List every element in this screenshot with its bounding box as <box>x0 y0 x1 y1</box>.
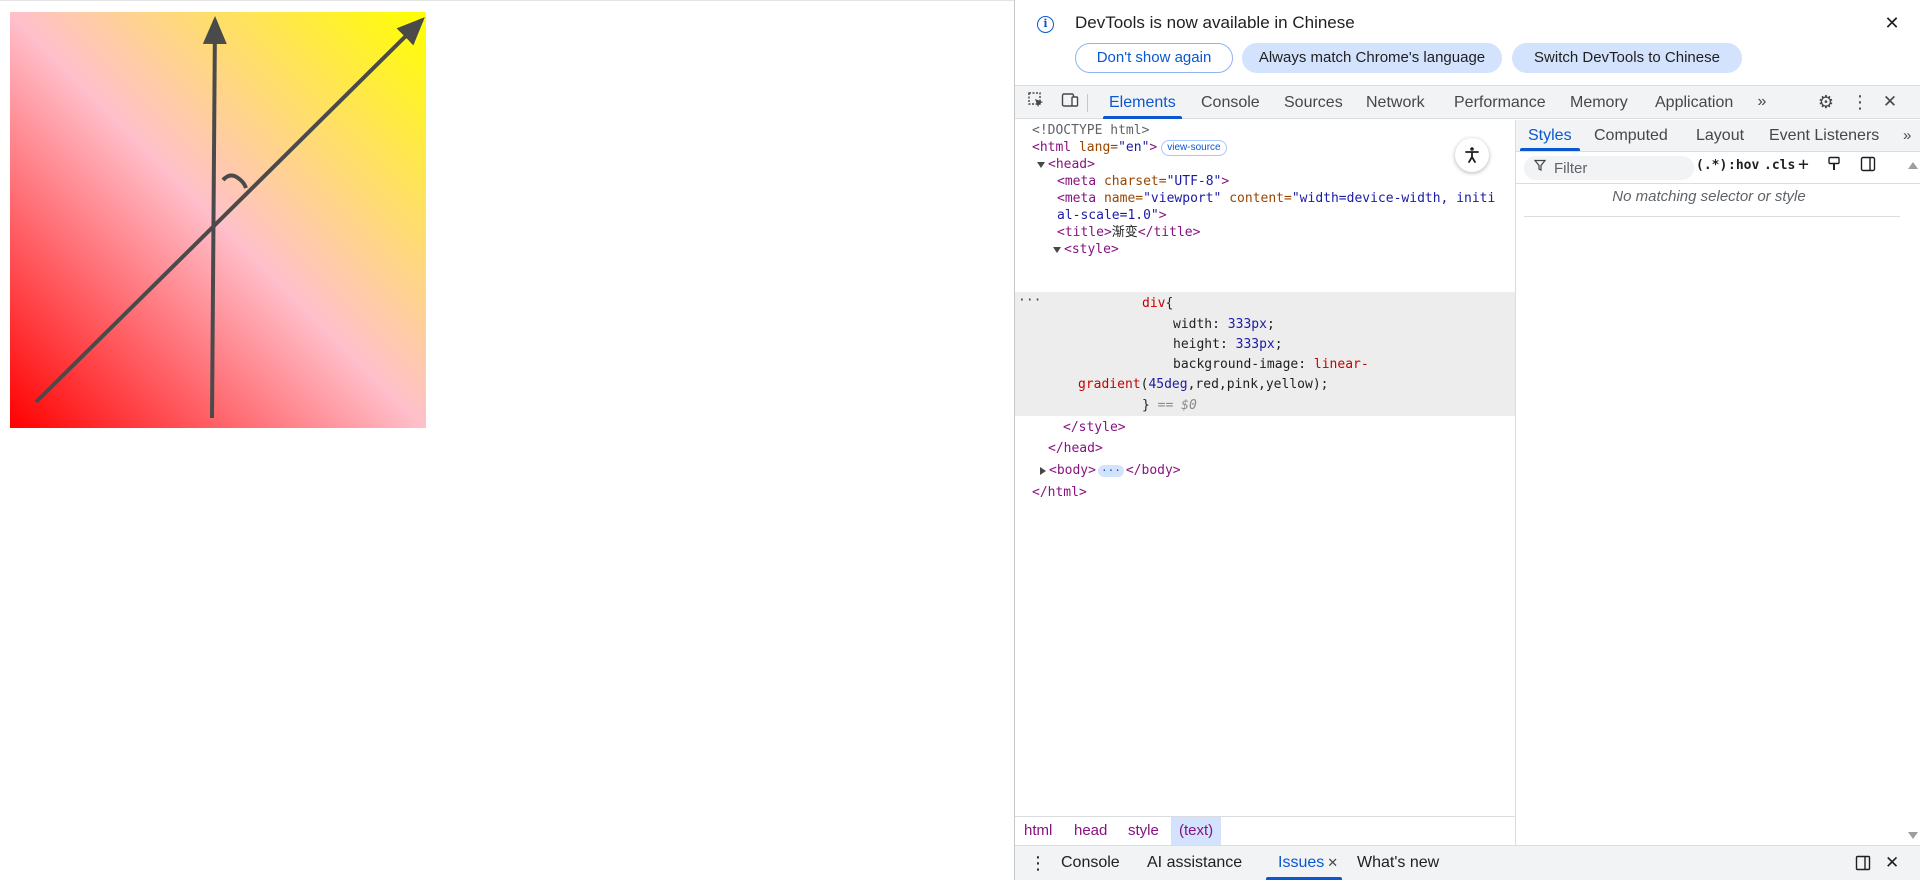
drawer-tab-issues-label: Issues <box>1278 854 1325 871</box>
styles-filter-bar: (.*) :hov .cls + <box>1516 152 1920 184</box>
dom-style-close[interactable]: </style> <box>1063 417 1126 438</box>
dock-side-icon[interactable] <box>1855 846 1871 880</box>
tab-application[interactable]: Application <box>1655 86 1733 119</box>
kebab-menu-icon[interactable]: ⋮ <box>1849 91 1871 113</box>
expand-caret-icon[interactable] <box>1037 161 1045 168</box>
gear-icon[interactable]: ⚙ <box>1815 91 1837 113</box>
css-background-line[interactable]: background-image: linear- <box>1173 354 1369 375</box>
tab-network[interactable]: Network <box>1366 86 1425 119</box>
devtools-panel: i DevTools is now available in Chinese ✕… <box>1014 0 1920 880</box>
tab-console[interactable]: Console <box>1201 86 1260 119</box>
collapse-caret-icon[interactable] <box>1040 466 1046 475</box>
breadcrumb-style[interactable]: style <box>1128 817 1159 845</box>
angle-arc-mark <box>221 173 248 189</box>
hover-state-button[interactable]: :hov <box>1728 158 1759 173</box>
toggle-sidebar-icon[interactable] <box>1860 156 1876 176</box>
gradient-div <box>10 12 426 428</box>
accessibility-tree-toggle-icon[interactable] <box>1455 138 1489 172</box>
tab-layout[interactable]: Layout <box>1696 120 1744 151</box>
close-drawer-icon[interactable]: ✕ <box>1885 846 1899 880</box>
paint-brush-icon[interactable] <box>1826 156 1842 176</box>
filter-box <box>1524 156 1694 180</box>
dom-html-close[interactable]: </html> <box>1032 482 1087 503</box>
breadcrumb-html[interactable]: html <box>1024 817 1052 845</box>
no-matching-styles-message: No matching selector or style <box>1612 188 1806 205</box>
drawer-tab-console[interactable]: Console <box>1061 846 1120 880</box>
tab-styles[interactable]: Styles <box>1520 120 1580 151</box>
css-background-line-wrap[interactable]: gradient(45deg,red,pink,yellow); <box>1078 374 1328 395</box>
tab-memory[interactable]: Memory <box>1570 86 1628 119</box>
dom-body-node[interactable]: <body> ··· </body> <box>1040 460 1181 481</box>
css-width-line[interactable]: width: 333px; <box>1173 314 1275 335</box>
switch-to-chinese-button[interactable]: Switch DevTools to Chinese <box>1512 43 1742 73</box>
elements-dom-tree: ··· <!DOCTYPE html> <html lang="en"> view… <box>1015 120 1515 816</box>
css-selector-line[interactable]: div{ <box>1142 293 1173 314</box>
tab-computed[interactable]: Computed <box>1594 120 1668 151</box>
always-match-language-button[interactable]: Always match Chrome's language <box>1242 43 1502 73</box>
dom-style-node[interactable]: <style> <box>1053 239 1119 260</box>
inspect-element-icon[interactable] <box>1025 91 1047 113</box>
vertical-arrow <box>202 16 227 419</box>
node-actions-ellipsis[interactable]: ··· <box>1018 293 1041 308</box>
drawer-tab-issues[interactable]: Issues ✕ <box>1265 846 1343 880</box>
tab-sources[interactable]: Sources <box>1284 86 1343 119</box>
more-tabs-chevron-icon[interactable]: » <box>1903 120 1911 151</box>
styles-sidebar: Styles Computed Layout Event Listeners »… <box>1515 120 1920 845</box>
css-height-line[interactable]: height: 333px; <box>1173 334 1283 355</box>
devtools-toolbar: Elements Console Sources Network Perform… <box>1015 85 1920 119</box>
funnel-icon <box>1533 159 1547 174</box>
annotation-drawing <box>34 16 425 419</box>
divider <box>1524 216 1900 217</box>
styles-filter-input[interactable] <box>1554 156 1684 180</box>
devtools-drawer-bar: ⋮ Console AI assistance Issues ✕ What's n… <box>1015 845 1920 880</box>
language-infobar: i DevTools is now available in Chinese ✕… <box>1015 0 1920 85</box>
drawer-tab-ai-assistance[interactable]: AI assistance <box>1147 846 1242 880</box>
css-closing-brace-line[interactable]: } == $0 <box>1142 395 1197 416</box>
device-toolbar-icon[interactable] <box>1059 91 1081 113</box>
dont-show-again-button[interactable]: Don't show again <box>1075 43 1233 73</box>
info-icon: i <box>1037 16 1054 33</box>
dom-head-close[interactable]: </head> <box>1048 438 1103 459</box>
close-icon[interactable]: ✕ <box>1881 12 1903 34</box>
regex-toggle-button[interactable]: (.*) <box>1696 158 1727 173</box>
close-devtools-icon[interactable]: ✕ <box>1879 91 1901 113</box>
expand-caret-icon[interactable] <box>1053 246 1061 253</box>
page-viewport <box>0 0 1014 880</box>
scroll-down-arrow-icon[interactable] <box>1908 832 1918 839</box>
toolbar-divider <box>1087 94 1088 112</box>
new-style-rule-icon[interactable]: + <box>1798 154 1809 175</box>
tab-event-listeners[interactable]: Event Listeners <box>1769 120 1879 151</box>
scroll-up-arrow-icon[interactable] <box>1908 162 1918 169</box>
styles-tab-strip: Styles Computed Layout Event Listeners » <box>1516 120 1920 152</box>
diagonal-arrow <box>34 17 425 404</box>
tab-performance[interactable]: Performance <box>1454 86 1546 119</box>
close-icon[interactable]: ✕ <box>1327 855 1338 870</box>
drawer-menu-icon[interactable]: ⋮ <box>1029 846 1047 880</box>
infobar-message: DevTools is now available in Chinese <box>1075 13 1355 32</box>
elements-breadcrumbs: html head style (text) <box>1015 816 1515 845</box>
breadcrumb-head[interactable]: head <box>1074 817 1107 845</box>
view-source-badge[interactable]: view-source <box>1161 139 1227 156</box>
more-tabs-chevron-icon[interactable]: » <box>1751 91 1773 113</box>
breadcrumb-text[interactable]: (text) <box>1171 817 1222 845</box>
tab-elements[interactable]: Elements <box>1103 86 1182 119</box>
drawer-tab-whats-new[interactable]: What's new <box>1357 846 1439 880</box>
class-toggle-button[interactable]: .cls <box>1764 158 1795 173</box>
expand-children-badge[interactable]: ··· <box>1097 464 1124 477</box>
